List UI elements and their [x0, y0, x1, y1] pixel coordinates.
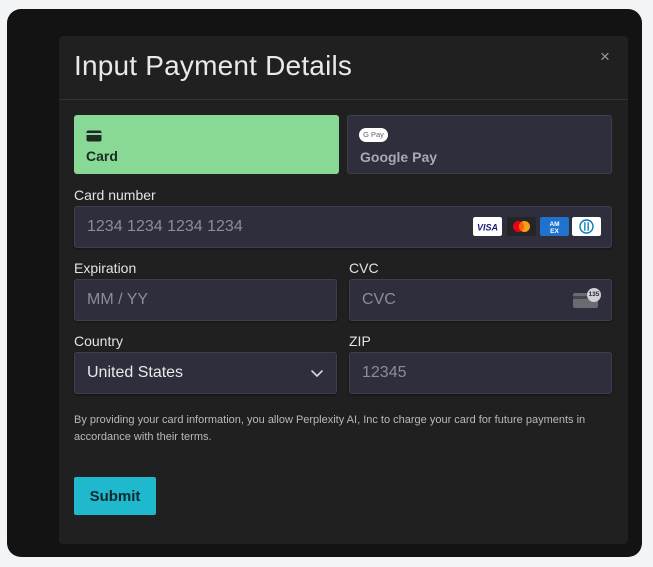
svg-text:EX: EX: [550, 228, 559, 235]
zip-field: [349, 352, 612, 394]
header-divider: [59, 99, 628, 100]
mastercard-icon: [507, 217, 536, 236]
payment-method-card-label: Card: [86, 148, 118, 164]
card-number-field: VISA AM EX: [74, 206, 612, 248]
svg-text:AM: AM: [549, 221, 559, 228]
cvc-field: 135: [349, 279, 612, 321]
cvc-hint-text: 135: [588, 291, 600, 298]
country-select[interactable]: United States: [74, 352, 337, 394]
terms-text: By providing your card information, you …: [74, 414, 586, 443]
zip-input[interactable]: [350, 353, 611, 393]
app-frame: Input Payment Details × Card G Pay Googl…: [7, 9, 642, 557]
zip-label: ZIP: [349, 333, 371, 349]
payment-method-google-pay[interactable]: G Pay Google Pay: [347, 115, 612, 174]
modal-title: Input Payment Details: [74, 50, 353, 81]
svg-text:VISA: VISA: [477, 223, 498, 233]
card-number-label: Card number: [74, 187, 156, 203]
close-icon[interactable]: ×: [596, 48, 614, 66]
payment-modal: Input Payment Details × Card G Pay Googl…: [59, 36, 628, 544]
submit-button[interactable]: Submit: [74, 477, 156, 515]
credit-card-icon: [86, 129, 102, 147]
cvc-card-icon: 135: [572, 288, 602, 312]
expiration-label: Expiration: [74, 260, 137, 276]
expiration-field: [74, 279, 337, 321]
country-label: Country: [74, 333, 124, 349]
visa-icon: VISA: [473, 217, 502, 236]
chevron-down-icon: [311, 370, 323, 377]
amex-icon: AM EX: [540, 217, 569, 236]
cvc-label: CVC: [349, 260, 379, 276]
google-pay-icon: G Pay: [359, 128, 388, 142]
diners-club-icon: [572, 217, 601, 236]
expiration-input[interactable]: [75, 280, 336, 320]
payment-method-card[interactable]: Card: [74, 115, 339, 174]
payment-method-google-pay-label: Google Pay: [360, 149, 438, 165]
country-value: United States: [87, 364, 184, 381]
